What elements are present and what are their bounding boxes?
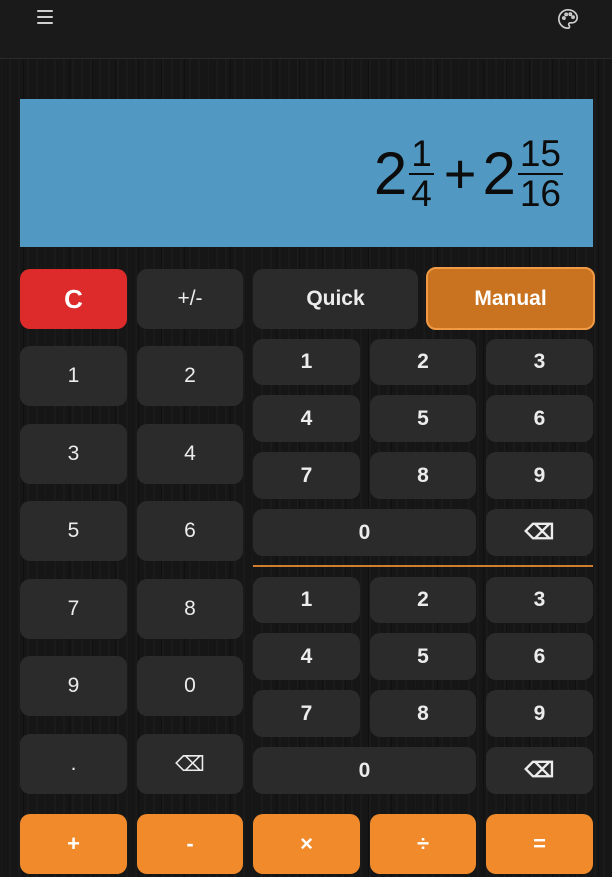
whole-key-3[interactable]: 3 — [20, 424, 127, 484]
palette-icon[interactable] — [557, 8, 579, 30]
top-bar — [0, 0, 612, 59]
sign-toggle-button[interactable]: +/- — [137, 269, 243, 329]
equals-button[interactable]: = — [486, 814, 593, 874]
denominator-key-0[interactable]: 0 — [253, 747, 476, 794]
whole-key-4[interactable]: 4 — [137, 424, 243, 484]
term2-numerator: 15 — [517, 133, 563, 175]
whole-key-5[interactable]: 5 — [20, 501, 127, 561]
denominator-key-4[interactable]: 4 — [253, 633, 360, 680]
term2-fraction: 15 16 — [517, 133, 563, 214]
subtract-button[interactable]: - — [137, 814, 243, 874]
term1-fraction: 1 4 — [409, 135, 434, 213]
denominator-key-9[interactable]: 9 — [486, 690, 593, 737]
clear-button[interactable]: C — [20, 269, 127, 329]
term1-denominator: 4 — [411, 173, 432, 214]
numerator-key-9[interactable]: 9 — [486, 452, 593, 499]
denominator-key-8[interactable]: 8 — [370, 690, 476, 737]
expression: 2 1 4 + 2 15 16 — [374, 119, 563, 229]
whole-key-2[interactable]: 2 — [137, 346, 243, 406]
term2-whole: 2 — [482, 140, 516, 207]
numerator-key-2[interactable]: 2 — [370, 339, 476, 385]
decimal-key[interactable]: . — [20, 734, 127, 794]
multiply-button[interactable]: × — [253, 814, 360, 874]
numerator-key-8[interactable]: 8 — [370, 452, 476, 499]
denominator-key-3[interactable]: 3 — [486, 577, 593, 623]
whole-backspace-key[interactable]: ⌫ — [137, 734, 243, 794]
denominator-key-5[interactable]: 5 — [370, 633, 476, 680]
denominator-key-1[interactable]: 1 — [253, 577, 360, 623]
numerator-key-1[interactable]: 1 — [253, 339, 360, 385]
numerator-backspace-key[interactable]: ⌫ — [486, 509, 593, 556]
whole-key-0[interactable]: 0 — [137, 656, 243, 716]
numerator-key-6[interactable]: 6 — [486, 395, 593, 442]
whole-key-8[interactable]: 8 — [137, 579, 243, 639]
whole-key-9[interactable]: 9 — [20, 656, 127, 716]
denominator-key-7[interactable]: 7 — [253, 690, 360, 737]
whole-key-6[interactable]: 6 — [137, 501, 243, 561]
manual-mode-button[interactable]: Manual — [426, 267, 595, 330]
fraction-display: 2 1 4 + 2 15 16 — [20, 99, 593, 247]
term1-numerator: 1 — [409, 133, 434, 175]
numerator-key-4[interactable]: 4 — [253, 395, 360, 442]
term2-denominator: 16 — [519, 173, 561, 214]
fraction-bar-divider — [253, 565, 593, 567]
numerator-key-5[interactable]: 5 — [370, 395, 476, 442]
denominator-backspace-key[interactable]: ⌫ — [486, 747, 593, 794]
hamburger-menu-icon[interactable] — [37, 10, 53, 24]
display-operator: + — [443, 142, 477, 205]
denominator-key-6[interactable]: 6 — [486, 633, 593, 680]
quick-mode-button[interactable]: Quick — [253, 269, 418, 329]
add-button[interactable]: + — [20, 814, 127, 874]
whole-key-7[interactable]: 7 — [20, 579, 127, 639]
numerator-key-0[interactable]: 0 — [253, 509, 476, 556]
term1-whole: 2 — [373, 140, 408, 207]
whole-key-1[interactable]: 1 — [20, 346, 127, 406]
denominator-key-2[interactable]: 2 — [370, 577, 476, 623]
numerator-key-7[interactable]: 7 — [253, 452, 360, 499]
numerator-key-3[interactable]: 3 — [486, 339, 593, 385]
divide-button[interactable]: ÷ — [370, 814, 476, 874]
